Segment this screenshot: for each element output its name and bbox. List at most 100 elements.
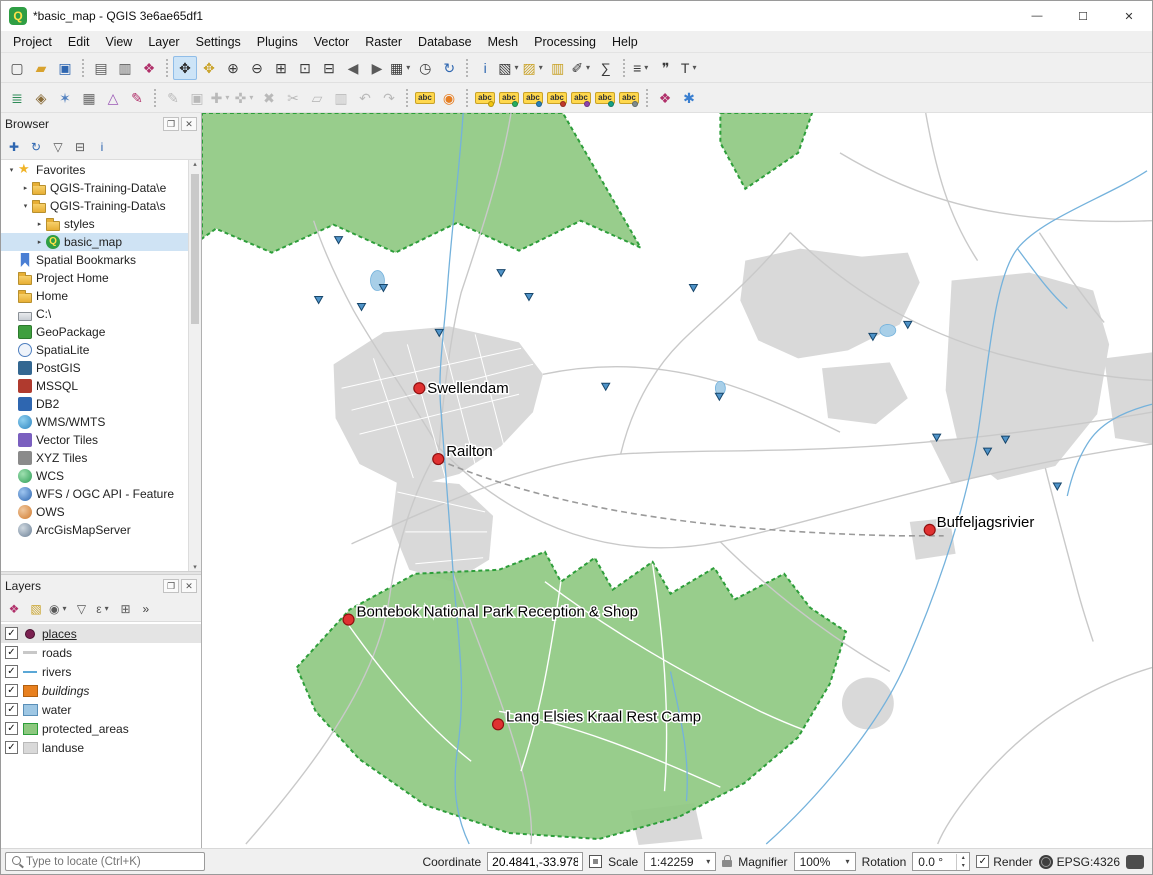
layer-item-protected_areas[interactable]: ✓protected_areas: [1, 719, 201, 738]
zoom-to-selection-button[interactable]: ⊡: [293, 56, 317, 80]
filter-legend-button[interactable]: ▽: [71, 599, 91, 619]
menu-item-vector[interactable]: Vector: [306, 32, 357, 52]
browser-item-project-home[interactable]: Project Home: [1, 269, 188, 287]
render-checkbox[interactable]: ✓: [976, 855, 989, 868]
spin-up-icon[interactable]: ▴: [957, 854, 969, 862]
layer-item-places[interactable]: ✓places: [1, 624, 201, 643]
layer-styling-dock-button[interactable]: ❖: [653, 86, 677, 110]
zoom-last-button[interactable]: ◀: [341, 56, 365, 80]
browser-item-qgis-training-data-e[interactable]: ▸QGIS-Training-Data\e: [1, 179, 188, 197]
crs-group[interactable]: EPSG:4326: [1039, 855, 1120, 869]
layer-diagram-options-button[interactable]: ◉: [437, 86, 461, 110]
refresh-map-button[interactable]: ↻: [437, 56, 461, 80]
browser-close-button[interactable]: ✕: [181, 117, 197, 131]
add-selected-layers-button[interactable]: ✚: [4, 137, 24, 157]
browser-item-styles[interactable]: ▸styles: [1, 215, 188, 233]
scroll-up-icon[interactable]: ▴: [193, 160, 197, 168]
map-svg[interactable]: Swellendam Railton Buffeljagsrivier Bont…: [202, 113, 1152, 848]
measure-button[interactable]: ✐▾: [570, 56, 594, 80]
layer-checkbox[interactable]: ✓: [5, 703, 18, 716]
layer-checkbox[interactable]: ✓: [5, 646, 18, 659]
browser-item-geopackage[interactable]: GeoPackage: [1, 323, 188, 341]
browser-item-home[interactable]: Home: [1, 287, 188, 305]
refresh-browser-button[interactable]: ↻: [26, 137, 46, 157]
temporal-controller-button[interactable]: ◷: [413, 56, 437, 80]
pan-map-button[interactable]: ✥: [173, 56, 197, 80]
new-print-layout-button[interactable]: ▤: [89, 56, 113, 80]
pan-map-to-selection-button[interactable]: ✥: [197, 56, 221, 80]
browser-item-spatialite[interactable]: SpatiaLite: [1, 341, 188, 359]
filter-by-expression-button[interactable]: ε▾: [93, 599, 113, 619]
toggle-editing-button[interactable]: ✎: [161, 86, 185, 110]
layer-checkbox[interactable]: ✓: [5, 665, 18, 678]
expander-icon[interactable]: ▾: [5, 166, 18, 174]
rotate-label-button[interactable]: abc: [593, 86, 617, 110]
deselect-features-button[interactable]: ▨▾: [521, 56, 545, 80]
show-unplaced-labels-button[interactable]: abc: [545, 86, 569, 110]
save-project-button[interactable]: ▣: [53, 56, 77, 80]
select-features-dropdown-icon[interactable]: ▾: [512, 63, 520, 72]
statistical-summary-button[interactable]: ∑: [594, 56, 618, 80]
menu-item-plugins[interactable]: Plugins: [249, 32, 306, 52]
text-annotation-dropdown-icon[interactable]: ▾: [690, 63, 698, 72]
browser-item-basic-map[interactable]: ▸basic_map: [1, 233, 188, 251]
browser-scrollbar[interactable]: ▴ ▾: [188, 160, 201, 571]
browser-item-spatial-bookmarks[interactable]: Spatial Bookmarks: [1, 251, 188, 269]
vertex-tool-button[interactable]: ✜▾: [233, 86, 257, 110]
browser-item-arcgismapserver[interactable]: ArcGisMapServer: [1, 521, 188, 539]
map-tips-button[interactable]: ❞: [654, 56, 678, 80]
minimize-button[interactable]: —: [1014, 1, 1060, 31]
menu-item-view[interactable]: View: [97, 32, 140, 52]
browser-float-button[interactable]: ❐: [163, 117, 179, 131]
save-layer-edits-button[interactable]: ▣: [185, 86, 209, 110]
layer-item-water[interactable]: ✓water: [1, 700, 201, 719]
processing-toolbox-button[interactable]: ✱: [677, 86, 701, 110]
new-project-button[interactable]: ▢: [5, 56, 29, 80]
locate-input[interactable]: [26, 856, 204, 868]
spin-down-icon[interactable]: ▾: [957, 862, 969, 870]
map-canvas[interactable]: Swellendam Railton Buffeljagsrivier Bont…: [201, 113, 1152, 848]
layers-float-button[interactable]: ❐: [163, 579, 179, 593]
layer-checkbox[interactable]: ✓: [5, 627, 18, 640]
undo-button[interactable]: ↶: [353, 86, 377, 110]
collapse-all-button[interactable]: ⊟: [70, 137, 90, 157]
move-label-button[interactable]: abc: [569, 86, 593, 110]
zoom-in-button[interactable]: ⊕: [221, 56, 245, 80]
new-mesh-layer-button[interactable]: △: [101, 86, 125, 110]
redo-button[interactable]: ↷: [377, 86, 401, 110]
scroll-down-icon[interactable]: ▾: [193, 563, 197, 571]
layers-toolbar-overflow-button[interactable]: »: [139, 602, 152, 616]
menu-item-help[interactable]: Help: [604, 32, 646, 52]
place-marker-railton[interactable]: [433, 454, 444, 465]
new-virtual-layer-button[interactable]: ▦: [77, 86, 101, 110]
browser-item-ows[interactable]: OWS: [1, 503, 188, 521]
filter-by-expression-dropdown-icon[interactable]: ▾: [103, 604, 111, 613]
open-layer-styling-panel-button[interactable]: ❖: [4, 599, 24, 619]
new-map-view-dropdown-icon[interactable]: ▾: [404, 63, 412, 72]
menu-item-raster[interactable]: Raster: [357, 32, 410, 52]
style-manager-button[interactable]: ❖: [137, 56, 161, 80]
place-marker-buffeljagsrivier[interactable]: [924, 524, 935, 535]
browser-item-favorites[interactable]: ▾Favorites: [1, 161, 188, 179]
manage-map-themes-dropdown-icon[interactable]: ▾: [60, 604, 68, 613]
deselect-features-dropdown-icon[interactable]: ▾: [537, 63, 545, 72]
place-marker-swellendam[interactable]: [414, 383, 425, 394]
new-annotation-layer-button[interactable]: ✎: [125, 86, 149, 110]
layer-item-roads[interactable]: ✓roads: [1, 643, 201, 662]
select-by-form-button[interactable]: ▥: [546, 56, 570, 80]
highlight-pinned-labels-button[interactable]: abc: [473, 86, 497, 110]
browser-item-wms-wmts[interactable]: WMS/WMTS: [1, 413, 188, 431]
menu-item-project[interactable]: Project: [5, 32, 60, 52]
extents-toggle-icon[interactable]: [589, 855, 602, 868]
new-geopackage-layer-button[interactable]: ≣: [5, 86, 29, 110]
add-group-button[interactable]: ▧: [26, 599, 46, 619]
layer-checkbox[interactable]: ✓: [5, 741, 18, 754]
menu-item-database[interactable]: Database: [410, 32, 480, 52]
zoom-full-button[interactable]: ⊞: [269, 56, 293, 80]
expander-icon[interactable]: ▸: [33, 238, 46, 246]
expander-icon[interactable]: ▾: [19, 202, 32, 210]
layer-checkbox[interactable]: ✓: [5, 684, 18, 697]
menu-item-layer[interactable]: Layer: [140, 32, 187, 52]
browser-item-vector-tiles[interactable]: Vector Tiles: [1, 431, 188, 449]
measure-dropdown-icon[interactable]: ▾: [584, 63, 592, 72]
